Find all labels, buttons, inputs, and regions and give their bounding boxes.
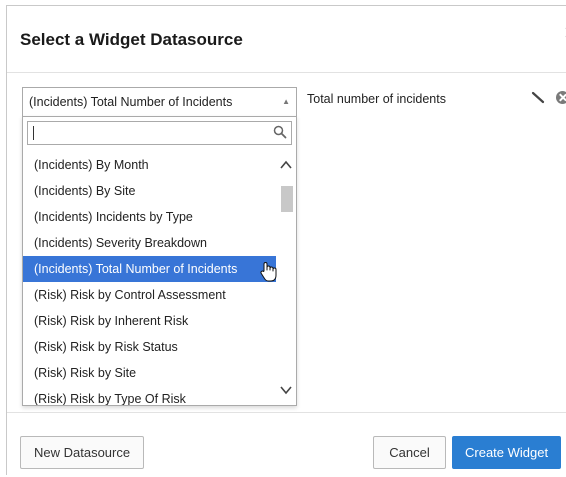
list-item[interactable]: (Risk) Risk by Type Of Risk (23, 386, 276, 405)
caret-up-icon: ▲ (282, 97, 290, 106)
datasource-description: Total number of incidents (307, 92, 446, 106)
list-item-highlighted[interactable]: (Incidents) Total Number of Incidents (23, 256, 276, 282)
cancel-button[interactable]: Cancel (373, 436, 446, 469)
list-item[interactable]: (Incidents) Incidents by Type (23, 204, 276, 230)
scrollbar-thumb[interactable] (281, 186, 293, 212)
chevron-up-icon[interactable] (280, 160, 292, 170)
dialog-footer: New Datasource Cancel Create Widget (7, 412, 566, 477)
scrollbar[interactable] (276, 152, 296, 405)
search-input[interactable] (28, 122, 276, 144)
datasource-dropdown: (Incidents) By Month (Incidents) By Site… (22, 116, 297, 406)
search-box[interactable] (27, 121, 292, 145)
list-item[interactable]: (Incidents) By Site (23, 178, 276, 204)
list-item[interactable]: (Risk) Risk by Risk Status (23, 334, 276, 360)
datasource-options-list: (Incidents) By Month (Incidents) By Site… (23, 152, 276, 405)
widget-datasource-dialog: Select a Widget Datasource ✕ (Incidents)… (6, 5, 566, 477)
text-caret (33, 126, 34, 140)
dialog-header: Select a Widget Datasource ✕ (7, 6, 566, 73)
list-item[interactable]: (Incidents) By Month (23, 152, 276, 178)
datasource-select[interactable]: (Incidents) Total Number of Incidents ▲ (22, 87, 297, 117)
datasource-select-value: (Incidents) Total Number of Incidents (29, 95, 233, 109)
pencil-icon[interactable] (531, 90, 545, 104)
new-datasource-button[interactable]: New Datasource (20, 436, 145, 469)
list-item[interactable]: (Risk) Risk by Control Assessment (23, 282, 276, 308)
list-item[interactable]: (Risk) Risk by Site (23, 360, 276, 386)
create-widget-button[interactable]: Create Widget (452, 436, 562, 469)
chevron-down-icon[interactable] (280, 385, 292, 395)
list-item[interactable]: (Risk) Risk by Inherent Risk (23, 308, 276, 334)
delete-circle-icon[interactable] (556, 91, 566, 104)
search-icon (273, 125, 287, 139)
dialog-title: Select a Widget Datasource (20, 30, 243, 49)
list-item[interactable]: (Incidents) Severity Breakdown (23, 230, 276, 256)
hand-cursor-icon (260, 262, 277, 282)
